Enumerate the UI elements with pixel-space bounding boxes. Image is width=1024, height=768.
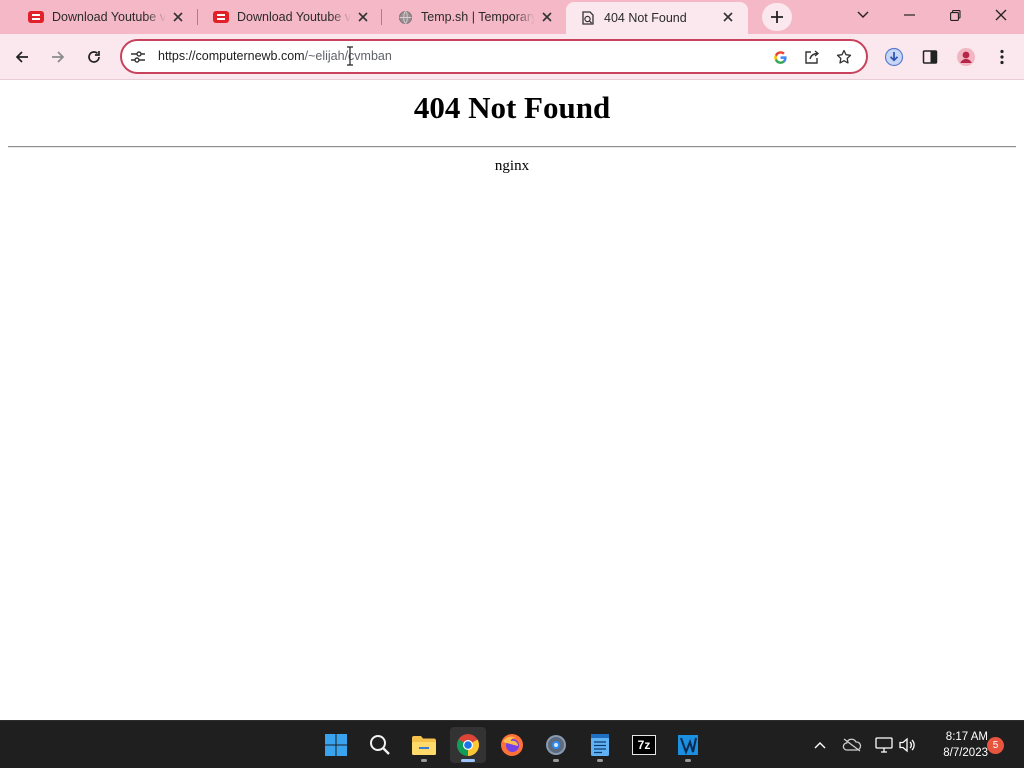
running-indicator xyxy=(597,759,603,762)
volume-icon xyxy=(899,737,915,753)
tab-title: 404 Not Found xyxy=(604,11,687,25)
taskbar-visual-studio[interactable] xyxy=(670,727,706,763)
tab-title: Download Youtube videos xyxy=(52,10,166,24)
side-panel-icon xyxy=(922,50,938,64)
running-indicator xyxy=(553,759,559,762)
file-explorer-icon xyxy=(412,736,436,755)
arrow-right-icon xyxy=(52,51,65,63)
browser-toolbar: https://computernewb.com/~elijah/cvmban xyxy=(0,34,1024,80)
tab-404-not-found[interactable]: 404 Not Found xyxy=(566,2,748,34)
tab-download-youtube-1[interactable]: Download Youtube videos xyxy=(0,0,198,34)
share-icon[interactable] xyxy=(803,48,821,66)
taskbar-7zip[interactable]: 7z xyxy=(626,727,662,763)
tab-title: Download Youtube videos xyxy=(237,10,351,24)
youtube-download-icon xyxy=(28,9,44,25)
page-title: 404 Not Found xyxy=(413,90,611,125)
close-icon xyxy=(995,9,1007,21)
start-button[interactable] xyxy=(318,727,354,763)
server-name: nginx xyxy=(494,158,530,174)
clock[interactable]: 8:17 AM 8/7/2023 xyxy=(924,729,988,761)
url-host: https://computernewb.com xyxy=(158,49,305,63)
site-info-icon[interactable] xyxy=(129,48,147,66)
downloads-button[interactable] xyxy=(879,42,909,72)
close-icon[interactable] xyxy=(539,9,555,25)
taskbar-search-button[interactable] xyxy=(362,727,398,763)
settings-icon xyxy=(546,735,566,755)
cloud-offline-icon xyxy=(842,738,862,752)
profile-button[interactable] xyxy=(951,42,981,72)
running-indicator xyxy=(685,759,691,762)
close-icon[interactable] xyxy=(170,9,186,25)
taskbar-firefox[interactable] xyxy=(494,727,530,763)
clock-date: 8/7/2023 xyxy=(943,747,988,759)
web-page: 404 Not Found nginx xyxy=(0,81,1024,720)
tab-title: Temp.sh | Temporary file hosting xyxy=(421,10,535,24)
back-button[interactable] xyxy=(7,42,37,72)
tab-temp-sh[interactable]: Temp.sh | Temporary file hosting xyxy=(369,0,567,34)
page-icon xyxy=(580,10,596,26)
clock-time: 8:17 AM xyxy=(945,731,988,743)
network-button[interactable] xyxy=(872,733,896,757)
taskbar: 7z 8:17 AM 8/7/2023 5 xyxy=(0,720,1024,768)
close-window-button[interactable] xyxy=(978,0,1024,30)
youtube-download-icon xyxy=(213,9,229,25)
tab-search-button[interactable] xyxy=(840,0,886,30)
divider xyxy=(8,146,1016,148)
chevron-up-icon xyxy=(814,742,826,749)
restore-icon xyxy=(949,9,961,21)
address-bar[interactable]: https://computernewb.com/~elijah/cvmban xyxy=(120,39,868,74)
start-icon xyxy=(325,734,347,756)
notepad-icon xyxy=(591,734,609,756)
show-hidden-icons-button[interactable] xyxy=(808,733,832,757)
search-icon xyxy=(370,735,390,755)
avatar-icon xyxy=(957,48,975,66)
reload-button[interactable] xyxy=(79,42,109,72)
taskbar-file-explorer[interactable] xyxy=(406,727,442,763)
text-cursor-icon xyxy=(347,46,353,66)
restore-button[interactable] xyxy=(932,0,978,30)
new-tab-button[interactable] xyxy=(762,3,792,31)
kebab-menu-icon xyxy=(1000,49,1004,65)
plus-icon xyxy=(771,11,783,23)
notification-badge[interactable]: 5 xyxy=(987,737,1004,754)
forward-button[interactable] xyxy=(43,42,73,72)
volume-button[interactable] xyxy=(895,733,919,757)
close-icon[interactable] xyxy=(720,9,736,25)
arrow-left-icon xyxy=(15,51,28,63)
url-text[interactable]: https://computernewb.com/~elijah/cvmban xyxy=(158,49,392,63)
running-indicator xyxy=(421,759,427,762)
side-panel-button[interactable] xyxy=(915,42,945,72)
firefox-icon xyxy=(501,734,523,756)
network-icon xyxy=(875,737,893,753)
vs-icon xyxy=(678,735,698,755)
tab-download-youtube-2[interactable]: Download Youtube videos xyxy=(185,0,383,34)
bookmark-star-icon[interactable] xyxy=(835,48,853,66)
download-icon xyxy=(884,47,904,67)
running-indicator xyxy=(461,759,475,762)
taskbar-settings[interactable] xyxy=(538,727,574,763)
tab-strip: Download Youtube videos Download Youtube… xyxy=(0,0,1024,34)
chevron-down-icon xyxy=(857,11,869,18)
google-lens-icon[interactable] xyxy=(771,48,789,66)
globe-icon xyxy=(397,9,413,25)
7zip-icon: 7z xyxy=(632,735,656,755)
minimize-icon xyxy=(903,14,915,16)
reload-icon xyxy=(88,51,100,63)
taskbar-notepad[interactable] xyxy=(582,727,618,763)
minimize-button[interactable] xyxy=(886,0,932,30)
chrome-icon xyxy=(457,734,479,756)
taskbar-chrome[interactable] xyxy=(450,727,486,763)
menu-button[interactable] xyxy=(987,42,1017,72)
onedrive-button[interactable] xyxy=(840,733,864,757)
